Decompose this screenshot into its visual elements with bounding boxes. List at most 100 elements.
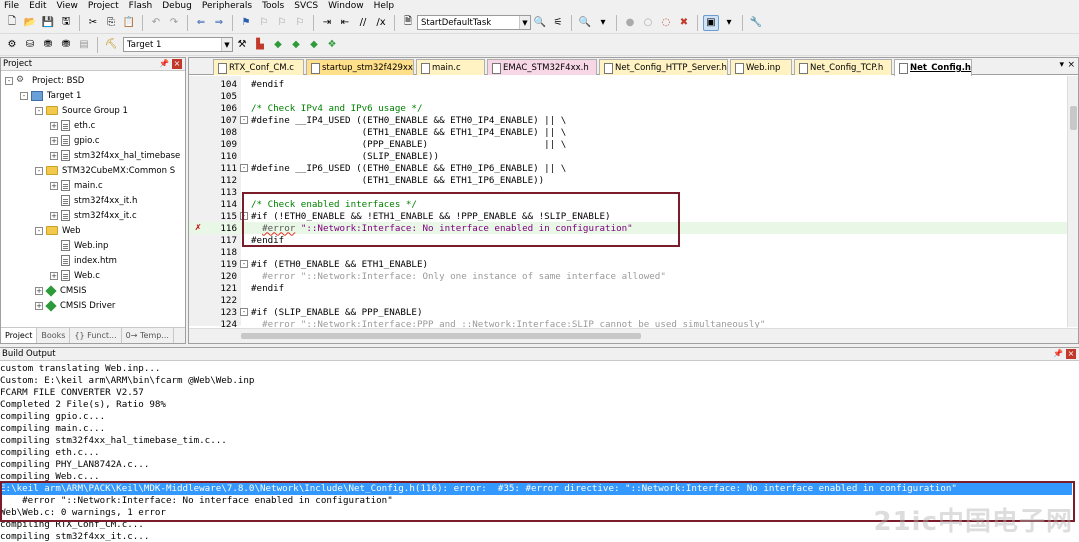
pin-icon[interactable]: 📌: [1053, 349, 1063, 358]
expand-icon[interactable]: +: [50, 211, 58, 220]
panel-tab[interactable]: 0→ Temp...: [122, 328, 174, 343]
software-packs-icon[interactable]: ❖: [324, 37, 340, 53]
build-output-line[interactable]: custom translating Web.inp...: [0, 363, 160, 375]
tree-item[interactable]: - STM32CubeMX:Common S: [35, 163, 175, 178]
save-icon[interactable]: 💾: [40, 15, 56, 31]
file-tab[interactable]: RTX_Conf_CM.c: [213, 59, 304, 75]
collapse-icon[interactable]: -: [35, 106, 43, 115]
window-layout-dropdown-icon[interactable]: ▾: [721, 15, 737, 31]
scroll-thumb[interactable]: [1070, 106, 1077, 130]
bookmark-icon[interactable]: ⚑: [238, 15, 254, 31]
breakpoint-enable-icon[interactable]: ○: [640, 15, 656, 31]
tree-item[interactable]: + gpio.c: [50, 133, 100, 148]
file-tab[interactable]: main.c: [416, 59, 485, 75]
tree-item[interactable]: Web.inp: [50, 238, 108, 253]
menu-window[interactable]: Window: [324, 0, 370, 12]
panel-tab[interactable]: Books: [37, 328, 71, 343]
expand-icon[interactable]: +: [35, 301, 43, 310]
nav-forward-icon[interactable]: ⇒: [211, 15, 227, 31]
build-output-line[interactable]: Custom: E:\keil arm\ARM\bin\fcarm @Web\W…: [0, 375, 254, 387]
horizontal-scrollbar[interactable]: [189, 328, 1078, 343]
fold-icon[interactable]: -: [240, 260, 248, 268]
menu-help[interactable]: Help: [370, 0, 401, 12]
breakpoint-insert-icon[interactable]: ●: [622, 15, 638, 31]
build-output-line[interactable]: compiling eth.c...: [0, 447, 100, 459]
task-combo[interactable]: StartDefaultTask ▼: [417, 15, 531, 30]
breakpoint-disable-all-icon[interactable]: ◌: [658, 15, 674, 31]
scroll-thumb[interactable]: [241, 333, 641, 339]
fold-icon[interactable]: -: [240, 116, 248, 124]
tree-item[interactable]: stm32f4xx_it.h: [50, 193, 137, 208]
uncomment-icon[interactable]: /x: [373, 15, 389, 31]
target-options-icon[interactable]: ⚒: [234, 37, 250, 53]
pin-icon[interactable]: 📌: [159, 59, 169, 68]
expand-icon[interactable]: +: [50, 121, 58, 130]
tree-item[interactable]: - Source Group 1: [35, 103, 128, 118]
build-output-line[interactable]: compiling PHY_LAN8742A.c...: [0, 459, 149, 471]
expand-icon[interactable]: +: [50, 136, 58, 145]
stop-build-icon[interactable]: ▤: [76, 37, 92, 53]
incremental-find-icon[interactable]: ⚟: [550, 15, 566, 31]
menu-peripherals[interactable]: Peripherals: [198, 0, 258, 12]
close-icon[interactable]: ×: [172, 59, 182, 69]
build-icon[interactable]: ⛁: [22, 37, 38, 53]
expand-icon[interactable]: +: [50, 271, 58, 280]
tree-item[interactable]: + main.c: [50, 178, 103, 193]
fold-icon[interactable]: -: [240, 308, 248, 316]
redo-icon[interactable]: ↷: [166, 15, 182, 31]
copy-icon[interactable]: ⎘: [103, 15, 119, 31]
tree-item[interactable]: + CMSIS Driver: [35, 298, 115, 313]
target-combo[interactable]: Target 1 ▼: [123, 37, 233, 52]
tree-item[interactable]: + CMSIS: [35, 283, 87, 298]
select-packs-icon[interactable]: ◆: [288, 37, 304, 53]
fold-icon[interactable]: -: [240, 164, 248, 172]
debug-start-icon[interactable]: 🔍: [577, 15, 593, 31]
menu-edit[interactable]: Edit: [25, 0, 52, 12]
undo-icon[interactable]: ↶: [148, 15, 164, 31]
cut-icon[interactable]: ✂: [85, 15, 101, 31]
panel-tab[interactable]: {} Funct...: [70, 328, 122, 343]
expand-icon[interactable]: +: [35, 286, 43, 295]
configure-icon[interactable]: 🔧: [748, 15, 764, 31]
build-output-line[interactable]: compiling main.c...: [0, 423, 105, 435]
chevron-down-icon[interactable]: ▼: [221, 38, 232, 51]
pack-installer-icon[interactable]: ◆: [306, 37, 322, 53]
nav-back-icon[interactable]: ⇐: [193, 15, 209, 31]
collapse-icon[interactable]: -: [35, 226, 43, 235]
tree-item[interactable]: - ⚙ Project: BSD: [5, 73, 84, 88]
tree-item[interactable]: + stm32f4xx_it.c: [50, 208, 137, 223]
chevron-down-icon[interactable]: ▼: [519, 16, 530, 29]
menu-svcs[interactable]: SVCS: [290, 0, 324, 12]
file-tab[interactable]: Net_Config.h: [894, 59, 972, 76]
find-icon[interactable]: 🔍: [532, 15, 548, 31]
build-output-line[interactable]: compiling stm32f4xx_hal_timebase_tim.c..…: [0, 435, 227, 447]
menu-file[interactable]: File: [0, 0, 25, 12]
breakpoint-kill-all-icon[interactable]: ✖: [676, 15, 692, 31]
clear-bookmarks-icon[interactable]: ⚐: [292, 15, 308, 31]
tree-item[interactable]: + eth.c: [50, 118, 95, 133]
collapse-icon[interactable]: -: [20, 91, 28, 100]
indent-icon[interactable]: ⇥: [319, 15, 335, 31]
vertical-scrollbar[interactable]: [1067, 76, 1078, 327]
unindent-icon[interactable]: ⇤: [337, 15, 353, 31]
file-tab[interactable]: Net_Config_TCP.h: [794, 59, 892, 75]
window-layout-icon[interactable]: ▣: [703, 14, 719, 31]
translate-icon[interactable]: ⚙: [4, 37, 20, 53]
collapse-icon[interactable]: -: [5, 76, 13, 85]
menu-view[interactable]: View: [53, 0, 84, 12]
file-tab[interactable]: Web.inp: [730, 59, 792, 75]
close-tab-icon[interactable]: ×: [1067, 60, 1075, 70]
build-output-line[interactable]: FCARM FILE CONVERTER V2.57: [0, 387, 144, 399]
menu-flash[interactable]: Flash: [125, 0, 159, 12]
file-extensions-icon[interactable]: ▙: [252, 37, 268, 53]
file-tab[interactable]: Net_Config_HTTP_Server.h: [599, 59, 728, 75]
tree-item[interactable]: + stm32f4xx_hal_timebase: [50, 148, 180, 163]
menu-tools[interactable]: Tools: [258, 0, 290, 12]
collapse-icon[interactable]: -: [35, 166, 43, 175]
open-file-icon[interactable]: 📂: [22, 15, 38, 31]
tree-item[interactable]: index.htm: [50, 253, 117, 268]
menu-debug[interactable]: Debug: [158, 0, 198, 12]
debug-dropdown-icon[interactable]: ▾: [595, 15, 611, 31]
tab-list-icon[interactable]: ▾: [1059, 60, 1064, 70]
expand-icon[interactable]: +: [50, 151, 58, 160]
